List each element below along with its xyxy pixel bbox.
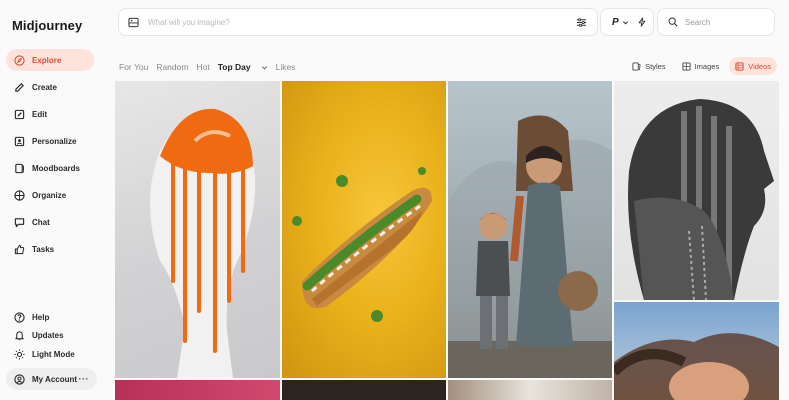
- search-box: [657, 8, 775, 36]
- sidebar-item-organize[interactable]: Organize: [6, 184, 94, 206]
- my-account-button[interactable]: My Account ···: [6, 368, 97, 390]
- grid-icon: [14, 189, 25, 201]
- chevron-down-icon: [261, 65, 267, 69]
- view-tabs: Styles Images Videos: [622, 57, 777, 75]
- sidebar-item-label: Help: [32, 312, 50, 322]
- gallery-image-flying-sandwich[interactable]: [282, 81, 446, 378]
- filter-for-you[interactable]: For You: [119, 62, 148, 72]
- sandwich-illustration: [292, 167, 432, 322]
- app-logo[interactable]: Midjourney: [12, 18, 82, 33]
- sidebar-item-personalize[interactable]: Personalize: [6, 130, 94, 152]
- settings-sliders-icon[interactable]: [576, 17, 587, 28]
- sidebar-item-label: Organize: [32, 190, 67, 200]
- help-icon: [14, 311, 25, 323]
- mode-selector[interactable]: P: [600, 8, 654, 36]
- gallery-image-row2-3[interactable]: [448, 380, 612, 400]
- image-upload-icon[interactable]: [128, 17, 139, 28]
- images-icon: [682, 61, 691, 71]
- lightning-icon[interactable]: [637, 17, 647, 27]
- sidebar-item-light-mode[interactable]: Light Mode: [6, 343, 94, 365]
- tab-images-label: Images: [694, 61, 720, 71]
- sidebar: Midjourney Explore Create Edit Personali…: [0, 0, 107, 400]
- thumbs-up-icon: [14, 244, 25, 254]
- sun-icon: [14, 348, 25, 360]
- sidebar-item-moodboards[interactable]: Moodboards: [6, 157, 94, 179]
- account-label: My Account: [32, 374, 78, 384]
- sidebar-item-create[interactable]: Create: [6, 76, 94, 98]
- children-illustration: [448, 115, 612, 378]
- gallery-image-clay-children[interactable]: [448, 81, 612, 378]
- search-icon: [668, 17, 678, 27]
- tab-videos-label: Videos: [748, 61, 771, 71]
- gallery-image-row2-1[interactable]: [115, 380, 280, 400]
- sidebar-item-label: Updates: [32, 330, 64, 340]
- sidebar-item-label: Personalize: [32, 136, 77, 146]
- tab-styles[interactable]: Styles: [626, 57, 671, 75]
- filter-likes[interactable]: Likes: [276, 62, 296, 72]
- tab-styles-label: Styles: [645, 61, 666, 71]
- sidebar-item-label: Light Mode: [32, 349, 75, 359]
- user-edit-icon: [14, 136, 25, 146]
- search-input[interactable]: [685, 17, 765, 27]
- tab-images[interactable]: Images: [676, 57, 726, 75]
- sidebar-item-explore[interactable]: Explore: [6, 49, 94, 71]
- prompt-bar: [118, 8, 598, 36]
- sidebar-item-label: Tasks: [32, 244, 55, 254]
- brush-icon: [15, 82, 24, 92]
- filter-hot[interactable]: Hot: [196, 62, 209, 72]
- feed-filters: For You Random Hot Top Day Likes: [119, 60, 303, 74]
- prompt-input[interactable]: [148, 17, 548, 27]
- sidebar-item-tasks[interactable]: Tasks: [6, 238, 94, 260]
- portrait-illustration: [628, 99, 774, 300]
- filter-random[interactable]: Random: [156, 62, 188, 72]
- sidebar-item-chat[interactable]: Chat: [6, 211, 94, 233]
- wind-illustration: [614, 333, 779, 400]
- bell-icon: [15, 330, 24, 340]
- gallery-image-wind-portrait[interactable]: [614, 302, 779, 400]
- mode-label: P: [612, 16, 619, 28]
- filter-top-day[interactable]: Top Day: [218, 62, 268, 72]
- gallery-image-double-exposure-portrait[interactable]: [614, 81, 779, 300]
- tab-videos[interactable]: Videos: [729, 57, 777, 75]
- account-icon: [14, 373, 25, 385]
- videos-icon: [735, 61, 744, 71]
- edit-icon: [14, 109, 25, 119]
- head-illustration: [150, 108, 256, 378]
- gallery-image-orange-dripping-head[interactable]: [115, 81, 280, 378]
- compass-icon: [14, 54, 25, 66]
- account-more-icon[interactable]: ···: [79, 374, 90, 384]
- chat-icon: [14, 217, 25, 227]
- gallery-image-row2-2[interactable]: [282, 380, 446, 400]
- styles-icon: [632, 61, 641, 71]
- sidebar-item-label: Explore: [32, 55, 62, 65]
- sidebar-item-label: Moodboards: [32, 163, 80, 173]
- chevron-down-icon: [622, 20, 628, 25]
- sidebar-item-label: Chat: [32, 217, 50, 227]
- moodboard-icon: [15, 163, 25, 173]
- sidebar-item-label: Edit: [32, 109, 48, 119]
- filter-top-day-label: Top Day: [217, 62, 251, 72]
- sidebar-item-label: Create: [32, 82, 57, 92]
- sidebar-item-edit[interactable]: Edit: [6, 103, 94, 125]
